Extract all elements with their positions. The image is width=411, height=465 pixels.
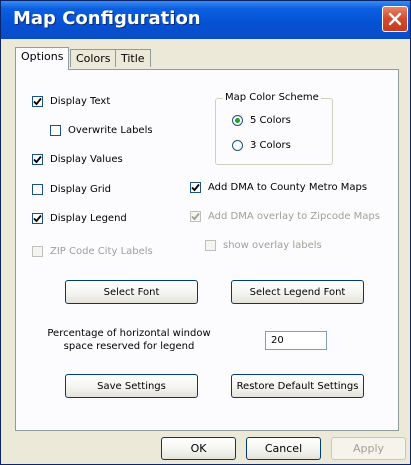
checkbox-box[interactable] — [32, 184, 43, 195]
zip-city-labels-checkbox[interactable]: ZIP Code City Labels — [32, 246, 153, 257]
checkmark-icon — [33, 214, 42, 223]
tab-title[interactable]: Title — [115, 49, 151, 67]
checkmark-icon — [191, 212, 200, 221]
title-bar[interactable]: Map Configuration — [1, 1, 410, 39]
display-text-checkbox[interactable]: Display Text — [32, 96, 110, 107]
checkbox-box[interactable] — [32, 246, 43, 257]
display-text-label: Display Text — [50, 96, 111, 107]
select-legend-font-button[interactable]: Select Legend Font — [231, 280, 364, 304]
show-overlay-labels-label: show overlay labels — [223, 240, 322, 251]
radio-dot-icon — [235, 118, 240, 123]
display-values-label: Display Values — [50, 154, 123, 165]
add-dma-county-label: Add DMA to County Metro Maps — [208, 182, 368, 193]
zip-city-labels-label: ZIP Code City Labels — [50, 246, 153, 257]
display-grid-label: Display Grid — [50, 184, 112, 195]
radio-3-colors-label: 3 Colors — [250, 140, 291, 151]
tab-colors[interactable]: Colors — [70, 49, 117, 67]
window-title: Map Configuration — [13, 8, 201, 29]
tab-options[interactable]: Options — [15, 47, 70, 70]
overwrite-labels-checkbox[interactable]: Overwrite Labels — [50, 125, 153, 136]
radio-button[interactable] — [232, 115, 243, 126]
ok-button[interactable]: OK — [161, 437, 236, 460]
group-title: Map Color Scheme — [223, 92, 321, 103]
save-settings-button[interactable]: Save Settings — [65, 374, 198, 398]
map-configuration-dialog: Map Configuration Options Colors Title D… — [0, 0, 411, 465]
close-icon — [388, 12, 402, 26]
radio-button[interactable] — [232, 140, 243, 151]
checkbox-box[interactable] — [32, 96, 43, 107]
options-panel: Display Text Overwrite Labels Display Va… — [15, 69, 399, 431]
checkbox-box[interactable] — [190, 211, 201, 222]
apply-button[interactable]: Apply — [331, 437, 406, 460]
checkbox-box[interactable] — [32, 213, 43, 224]
overwrite-labels-label: Overwrite Labels — [68, 125, 153, 136]
legend-space-input[interactable]: 20 — [265, 331, 327, 350]
checkbox-box[interactable] — [32, 154, 43, 165]
checkbox-box[interactable] — [205, 240, 216, 251]
display-legend-checkbox[interactable]: Display Legend — [32, 213, 127, 224]
checkmark-icon — [33, 155, 42, 164]
radio-5-colors-label: 5 Colors — [250, 115, 291, 126]
map-color-scheme-group: Map Color Scheme 5 Colors 3 Colors — [215, 92, 333, 165]
add-dma-zip-checkbox[interactable]: Add DMA overlay to Zipcode Maps — [190, 211, 380, 222]
show-overlay-labels-checkbox[interactable]: show overlay labels — [205, 240, 322, 251]
restore-defaults-button[interactable]: Restore Default Settings — [231, 374, 364, 398]
checkbox-box[interactable] — [50, 125, 61, 136]
radio-5-colors[interactable]: 5 Colors — [232, 115, 291, 126]
checkbox-box[interactable] — [190, 182, 201, 193]
checkmark-icon — [191, 183, 200, 192]
checkmark-icon — [33, 97, 42, 106]
display-values-checkbox[interactable]: Display Values — [32, 154, 123, 165]
select-font-button[interactable]: Select Font — [65, 280, 198, 304]
display-legend-label: Display Legend — [50, 213, 127, 224]
cancel-button[interactable]: Cancel — [246, 437, 321, 460]
legend-space-label: Percentage of horizontal window space re… — [47, 328, 211, 352]
add-dma-zip-label: Add DMA overlay to Zipcode Maps — [208, 211, 380, 222]
close-button[interactable] — [382, 6, 408, 32]
add-dma-county-checkbox[interactable]: Add DMA to County Metro Maps — [190, 182, 367, 193]
display-grid-checkbox[interactable]: Display Grid — [32, 184, 111, 195]
radio-3-colors[interactable]: 3 Colors — [232, 140, 291, 151]
